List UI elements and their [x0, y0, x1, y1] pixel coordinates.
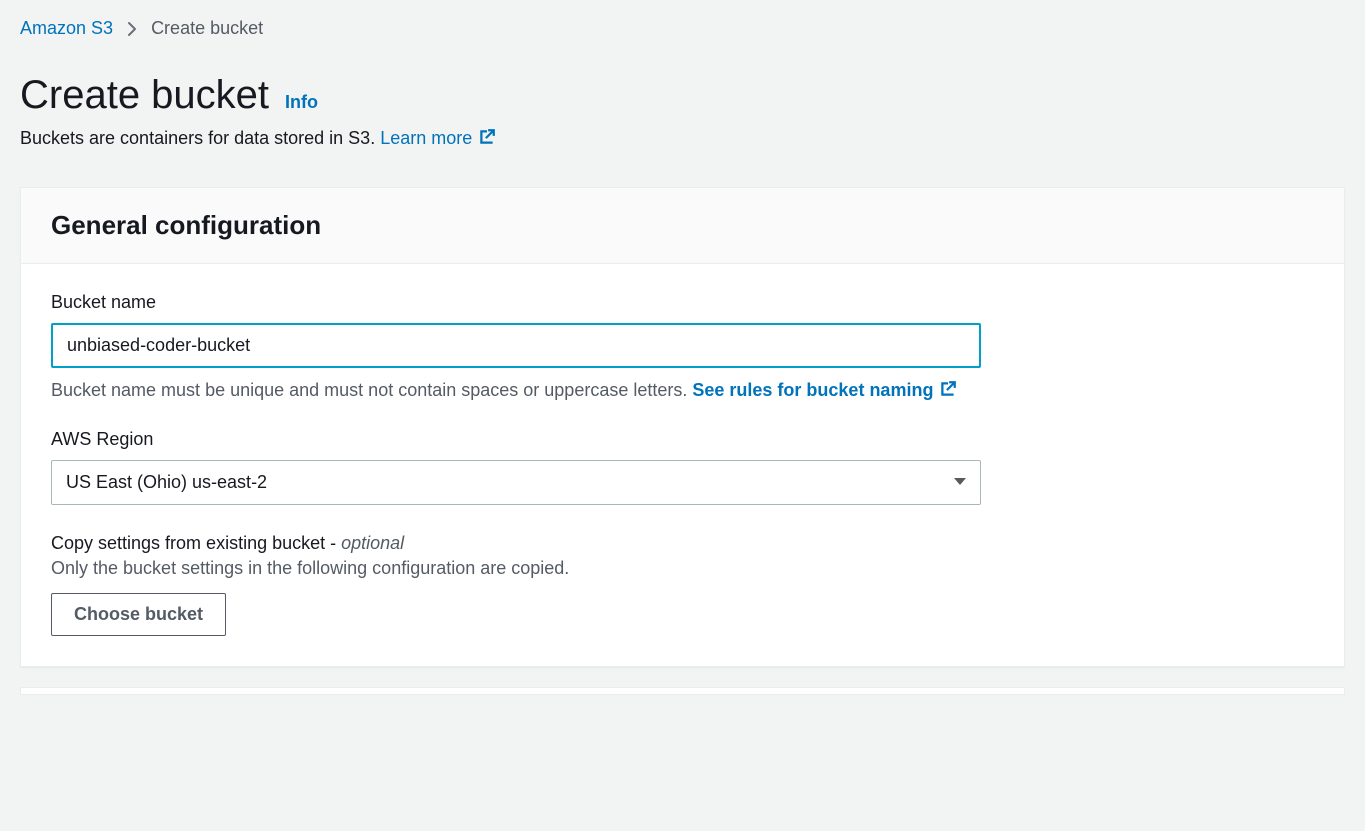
region-select-value: US East (Ohio) us-east-2 — [66, 472, 267, 493]
panel-body: Bucket name Bucket name must be unique a… — [21, 264, 1344, 666]
external-link-icon — [478, 128, 496, 146]
info-link[interactable]: Info — [285, 92, 318, 113]
page-description-text: Buckets are containers for data stored i… — [20, 128, 380, 148]
breadcrumb-current: Create bucket — [151, 18, 263, 39]
choose-bucket-button[interactable]: Choose bucket — [51, 593, 226, 636]
copy-settings-label-text: Copy settings from existing bucket - — [51, 533, 341, 553]
bucket-name-input[interactable] — [51, 323, 981, 368]
general-configuration-panel: General configuration Bucket name Bucket… — [20, 187, 1345, 667]
copy-settings-optional: optional — [341, 533, 404, 553]
bucket-naming-rules-link[interactable]: See rules for bucket naming — [692, 380, 957, 400]
breadcrumb: Amazon S3 Create bucket — [0, 0, 1365, 43]
bucket-name-group: Bucket name Bucket name must be unique a… — [51, 292, 1314, 401]
next-panel-stub — [20, 687, 1345, 695]
external-link-icon — [939, 380, 957, 398]
copy-settings-label: Copy settings from existing bucket - opt… — [51, 533, 1314, 554]
chevron-right-icon — [127, 21, 137, 37]
region-label: AWS Region — [51, 429, 1314, 450]
page-description: Buckets are containers for data stored i… — [20, 128, 1345, 149]
page-header: Create bucket Info Buckets are container… — [0, 43, 1365, 159]
panel-title: General configuration — [51, 210, 1314, 241]
region-select[interactable]: US East (Ohio) us-east-2 — [51, 460, 981, 505]
page-title: Create bucket — [20, 73, 269, 118]
page-title-row: Create bucket Info — [20, 73, 1345, 118]
panel-header: General configuration — [21, 188, 1344, 264]
breadcrumb-root-link[interactable]: Amazon S3 — [20, 18, 113, 39]
region-select-wrap: US East (Ohio) us-east-2 — [51, 460, 981, 505]
bucket-name-help-text: Bucket name must be unique and must not … — [51, 380, 692, 400]
learn-more-link[interactable]: Learn more — [380, 128, 496, 148]
bucket-name-label: Bucket name — [51, 292, 1314, 313]
bucket-naming-rules-text: See rules for bucket naming — [692, 380, 933, 400]
region-group: AWS Region US East (Ohio) us-east-2 — [51, 429, 1314, 505]
learn-more-text: Learn more — [380, 128, 472, 148]
copy-settings-group: Copy settings from existing bucket - opt… — [51, 533, 1314, 636]
bucket-name-help: Bucket name must be unique and must not … — [51, 380, 1314, 401]
copy-settings-help: Only the bucket settings in the followin… — [51, 558, 1314, 579]
